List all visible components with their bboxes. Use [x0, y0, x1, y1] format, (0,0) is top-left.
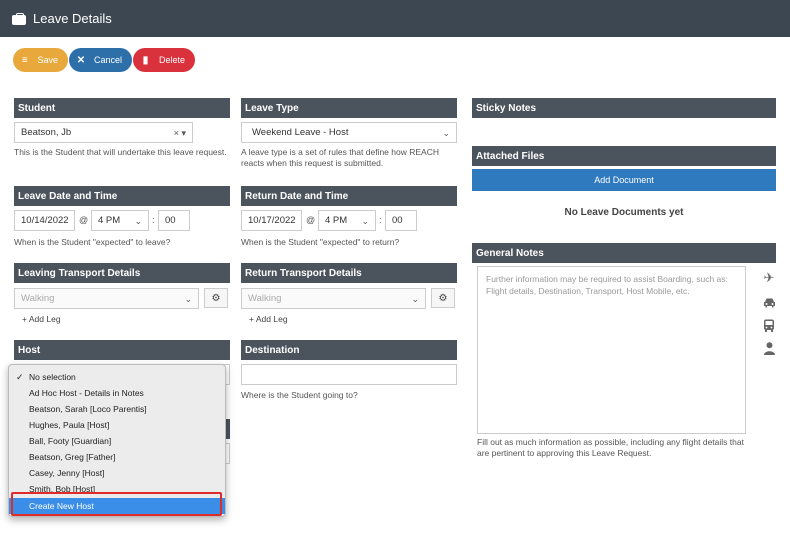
student-section-header: Student — [14, 98, 230, 118]
plus-icon: + — [22, 314, 27, 324]
student-help: This is the Student that will undertake … — [14, 147, 227, 157]
general-notes-help: Fill out as much information as possible… — [477, 437, 744, 458]
checkmark-icon: ✓ — [16, 371, 24, 382]
host-option-label: Beatson, Greg [Father] — [29, 452, 116, 462]
student-value: Beatson, Jb — [21, 127, 72, 138]
chevron-down-icon: ⌄ — [411, 294, 419, 304]
page-title: Leave Details — [33, 11, 112, 26]
host-option-label: Casey, Jenny [Host] — [29, 468, 105, 478]
chevron-down-icon: ⌄ — [184, 294, 192, 304]
leave-date-help: When is the Student "expected" to leave? — [14, 237, 171, 247]
host-option-label: Ball, Footy [Guardian] — [29, 436, 112, 446]
return-date-input[interactable]: 10/17/2022 — [241, 210, 302, 231]
chevron-down-icon: ⌄ — [442, 128, 450, 138]
leave-hour-value: 4 PM — [98, 215, 121, 226]
leave-minute-input[interactable]: 00 — [158, 210, 190, 231]
clear-dropdown-icon[interactable]: × ▾ — [174, 128, 186, 139]
leaving-transport-value: Walking — [21, 293, 55, 304]
general-notes-textarea[interactable]: Further information may be required to a… — [477, 266, 746, 434]
host-option-label: No selection — [29, 372, 76, 382]
general-notes-section-header: General Notes — [472, 243, 776, 263]
leaving-transport-section-header: Leaving Transport Details — [14, 263, 230, 283]
destination-input[interactable] — [241, 364, 457, 385]
highlight-box — [11, 492, 222, 516]
attached-files-section-header: Attached Files — [472, 146, 776, 166]
return-transport-value: Walking — [248, 293, 282, 304]
car-icon[interactable] — [761, 294, 777, 310]
host-option-label: Hughes, Paula [Host] — [29, 420, 110, 430]
destination-section-header: Destination — [241, 340, 457, 360]
return-transport-select[interactable]: Walking ⌄ — [241, 288, 426, 309]
return-hour-select[interactable]: 4 PM ⌄ — [318, 210, 376, 231]
leave-type-value: Weekend Leave - Host — [252, 127, 349, 138]
delete-label: Delete — [158, 55, 185, 65]
close-icon: ✕ — [76, 54, 86, 66]
gear-icon[interactable]: ⚙ — [431, 288, 455, 308]
host-option[interactable]: Beatson, Greg [Father] — [9, 449, 225, 465]
add-document-button[interactable]: Add Document — [472, 169, 776, 191]
plus-icon: + — [249, 314, 254, 324]
title-bar: Leave Details — [0, 0, 790, 37]
person-icon[interactable] — [761, 340, 777, 356]
trash-icon: ▮ — [142, 54, 149, 66]
return-transport-section-header: Return Transport Details — [241, 263, 457, 283]
host-option[interactable]: ✓ No selection — [9, 369, 225, 385]
plane-icon[interactable]: ✈ — [761, 270, 777, 286]
return-hour-value: 4 PM — [325, 215, 348, 226]
cancel-button[interactable]: ✕ Cancel — [69, 48, 132, 72]
cancel-label: Cancel — [93, 55, 122, 65]
return-minute-input[interactable]: 00 — [385, 210, 417, 231]
host-option[interactable]: Beatson, Sarah [Loco Parentis] — [9, 401, 225, 417]
save-button[interactable]: ≡ Save — [13, 48, 68, 72]
leave-date-input[interactable]: 10/14/2022 — [14, 210, 75, 231]
host-option[interactable]: Hughes, Paula [Host] — [9, 417, 225, 433]
student-select[interactable]: Beatson, Jb × ▾ — [14, 122, 193, 143]
host-option[interactable]: Ball, Footy [Guardian] — [9, 433, 225, 449]
return-date-section-header: Return Date and Time — [241, 186, 457, 206]
host-option-label: Beatson, Sarah [Loco Parentis] — [29, 404, 147, 414]
leave-at-label: @ — [79, 215, 89, 225]
leave-colon: : — [152, 215, 155, 225]
sticky-notes-section-header: Sticky Notes — [472, 98, 776, 118]
leave-type-help: A leave type is a set of rules that defi… — [241, 147, 439, 168]
chevron-down-icon: ⌄ — [134, 216, 142, 226]
bus-icon[interactable] — [761, 317, 777, 333]
return-at-label: @ — [306, 215, 316, 225]
leave-type-section-header: Leave Type — [241, 98, 457, 118]
return-add-leg-label: Add Leg — [255, 314, 288, 324]
leaving-add-leg-label: Add Leg — [28, 314, 61, 324]
host-section-header: Host — [14, 340, 230, 360]
save-label: Save — [37, 55, 58, 65]
leave-type-select[interactable]: Weekend Leave - Host ⌄ — [241, 122, 457, 143]
leave-date-section-header: Leave Date and Time — [14, 186, 230, 206]
leave-hour-select[interactable]: 4 PM ⌄ — [91, 210, 149, 231]
leaving-transport-select[interactable]: Walking ⌄ — [14, 288, 199, 309]
chevron-down-icon: ⌄ — [361, 216, 369, 226]
host-option[interactable]: Ad Hoc Host - Details in Notes — [9, 385, 225, 401]
host-option[interactable]: Casey, Jenny [Host] — [9, 465, 225, 481]
gear-icon[interactable]: ⚙ — [204, 288, 228, 308]
host-option-label: Ad Hoc Host - Details in Notes — [29, 388, 144, 398]
return-add-leg-link[interactable]: + Add Leg — [249, 314, 288, 324]
return-date-help: When is the Student "expected" to return… — [241, 237, 400, 247]
return-colon: : — [379, 215, 382, 225]
destination-help: Where is the Student going to? — [241, 390, 358, 400]
delete-button[interactable]: ▮ Delete — [133, 48, 195, 72]
no-documents-message: No Leave Documents yet — [564, 207, 684, 218]
database-icon: ≡ — [21, 54, 28, 66]
leaving-add-leg-link[interactable]: + Add Leg — [22, 314, 61, 324]
briefcase-icon — [12, 12, 26, 25]
